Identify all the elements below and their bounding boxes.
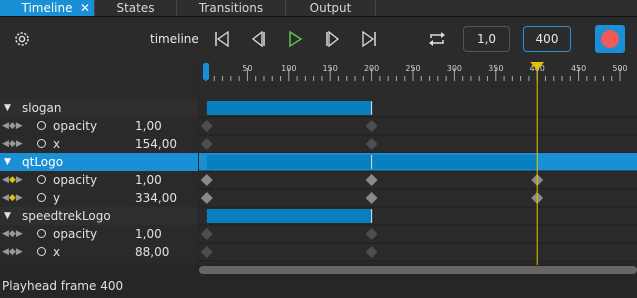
property-row[interactable]: ◀◆▶ y 334,00 [0, 189, 198, 207]
collapse-arrow-icon[interactable]: ▼ [4, 99, 11, 117]
settings-button[interactable] [9, 26, 35, 52]
record-property-icon[interactable] [37, 139, 46, 148]
property-value[interactable]: 1,00 [135, 171, 162, 189]
play-button[interactable] [282, 26, 308, 52]
tab-transitions[interactable]: Transitions [177, 0, 286, 16]
target-row-slogan[interactable]: ▼ slogan [0, 99, 198, 117]
horizontal-scrollbar[interactable] [199, 266, 637, 274]
tab-label: Timeline [21, 1, 73, 15]
keyframe-nav-icons[interactable]: ◀◆▶ [2, 189, 23, 207]
gear-icon [15, 32, 29, 46]
play-icon [289, 30, 303, 48]
next-frame-button[interactable] [320, 26, 346, 52]
keyframe-nav-icons[interactable]: ◀◆▶ [2, 243, 23, 261]
property-panel: ▼ slogan ◀◆▶ opacity 1,00 ◀◆▶ x 154,00 ▼… [0, 60, 198, 263]
property-value[interactable]: 154,00 [135, 135, 177, 153]
step-forward-icon [326, 30, 340, 48]
target-label: slogan [22, 101, 62, 115]
property-row[interactable]: ◀◆▶ opacity 1,00 [0, 171, 198, 189]
skip-end-icon [362, 30, 376, 48]
keyframe-nav-icons[interactable]: ◀◆▶ [2, 135, 23, 153]
property-label: x [53, 245, 61, 259]
property-row[interactable]: ◀◆▶ opacity 1,00 [0, 117, 198, 135]
property-value[interactable]: 88,00 [135, 243, 169, 261]
end-frame-field[interactable]: 400 [523, 26, 571, 52]
target-label: speedtrekLogo [22, 209, 111, 223]
tab-timeline[interactable]: Timeline ✕ [0, 0, 95, 16]
keyframe-nav-icons[interactable]: ◀◆▶ [2, 225, 23, 243]
property-label: x [53, 137, 61, 151]
property-label: opacity [53, 173, 98, 187]
record-property-icon[interactable] [37, 175, 46, 184]
close-icon[interactable]: ✕ [80, 0, 90, 16]
record-property-icon[interactable] [37, 193, 46, 202]
record-icon [601, 30, 619, 48]
target-row-qtlogo[interactable]: ▼ qtLogo [0, 153, 198, 171]
property-value[interactable]: 334,00 [135, 189, 177, 207]
record-property-icon[interactable] [37, 121, 46, 130]
step-back-icon [251, 30, 265, 48]
tab-label: Output [309, 1, 352, 15]
current-frame-field[interactable]: 1,0 [463, 26, 510, 52]
loop-button[interactable] [424, 26, 450, 52]
property-value[interactable]: 1,00 [135, 117, 162, 135]
record-property-icon[interactable] [37, 229, 46, 238]
to-start-button[interactable] [209, 26, 235, 52]
keyframe-nav-icons[interactable]: ◀◆▶ [2, 117, 23, 135]
tab-output[interactable]: Output [286, 0, 376, 16]
tab-label: States [116, 1, 155, 15]
collapse-arrow-icon[interactable]: ▼ [4, 207, 11, 225]
skip-start-icon [215, 30, 229, 48]
status-bar: Playhead frame 400 [0, 274, 637, 298]
collapse-arrow-icon[interactable]: ▼ [4, 153, 11, 171]
property-label: opacity [53, 227, 98, 241]
timeline-name: timeline [150, 32, 199, 46]
record-button[interactable] [595, 25, 625, 53]
property-row[interactable]: ◀◆▶ opacity 1,00 [0, 225, 198, 243]
to-end-button[interactable] [356, 26, 382, 52]
tab-label: Transitions [198, 1, 264, 15]
target-row-speedtreklogo[interactable]: ▼ speedtrekLogo [0, 207, 198, 225]
record-property-icon[interactable] [37, 247, 46, 256]
property-row[interactable]: ◀◆▶ x 154,00 [0, 135, 198, 153]
loop-icon [429, 32, 445, 46]
property-row[interactable]: ◀◆▶ x 88,00 [0, 243, 198, 261]
target-label: qtLogo [22, 155, 64, 169]
previous-frame-button[interactable] [245, 26, 271, 52]
playhead-handle [530, 62, 545, 70]
property-label: opacity [53, 119, 98, 133]
toolbar: timeline 1,0 400 [0, 17, 637, 60]
keyframe-nav-icons[interactable]: ◀◆▶ [2, 171, 23, 189]
tab-states[interactable]: States [95, 0, 177, 16]
property-label: y [53, 191, 61, 205]
tab-bar: Timeline ✕ States Transitions Output [0, 0, 637, 17]
playhead[interactable] [199, 60, 637, 265]
property-value[interactable]: 1,00 [135, 225, 162, 243]
